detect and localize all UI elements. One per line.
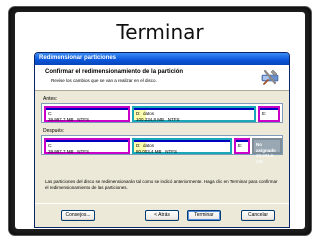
partition-letter: C: [48, 143, 53, 148]
partition-d-before[interactable]: D: datos 100.234,8 MB NTFS [132, 106, 256, 122]
partition-fs: NTFS [77, 148, 90, 154]
partition-fs: NTFS [77, 116, 90, 122]
unallocated-size: 20.231,5 MB [256, 153, 274, 164]
before-label: Antes: [43, 96, 58, 102]
header-title: Confirmar el redimensionamiento de la pa… [45, 69, 184, 75]
wrench-hammer-icon [261, 69, 279, 85]
partition-size: 100.234,8 MB [136, 116, 165, 122]
partition-fs: NTFS [165, 148, 178, 154]
partition-c-after[interactable]: C: 39.997,7 MB NTFS [44, 138, 130, 154]
partition-size: 80.003,4 MB [136, 148, 162, 154]
finish-button[interactable]: Terminar [187, 210, 221, 221]
description-text: Las particiones del disco se redimension… [45, 179, 278, 190]
partition-letter: D: [136, 143, 141, 148]
header-subtitle: Revise los cambios que se van a realizar… [51, 78, 157, 83]
resize-partitions-dialog: Redimensionar particiones Confirmar el r… [34, 52, 290, 228]
partition-name: datos [143, 111, 155, 116]
cancel-button[interactable]: Cancelar [241, 210, 275, 221]
tips-button[interactable]: Consejos... [61, 210, 95, 221]
unallocated-label: No asignado [256, 142, 276, 153]
partition-name: datos [143, 143, 155, 148]
slide-title: Terminar [116, 20, 204, 44]
partition-e-before[interactable]: E: [258, 106, 280, 122]
partition-letter: E: [262, 111, 267, 116]
partition-letter: D: [136, 111, 141, 116]
footer-divider [35, 203, 289, 204]
partition-c-before[interactable]: C: 39.997,7 MB NTFS [44, 106, 130, 122]
partition-e-after[interactable]: E: [234, 138, 250, 154]
partition-letter: C: [48, 111, 53, 116]
after-label: Después: [43, 128, 65, 134]
partition-fs: NTFS [167, 116, 180, 122]
partition-size: 39.997,7 MB [48, 116, 74, 122]
back-button[interactable]: < Atrás [145, 210, 179, 221]
disk-after: C: 39.997,7 MB NTFS D: datos 80.003,4 MB… [41, 135, 283, 164]
window-title[interactable]: Redimensionar particiones [35, 53, 289, 65]
partition-d-after[interactable]: D: datos 80.003,4 MB NTFS [132, 138, 232, 154]
disk-before: C: 39.997,7 MB NTFS D: datos 100.234,8 M… [41, 103, 283, 123]
dialog-header: Confirmar el redimensionamiento de la pa… [35, 65, 289, 91]
unallocated-space[interactable]: No asignado 20.231,5 MB [252, 138, 282, 164]
partition-letter: E: [238, 143, 243, 148]
partition-size: 39.997,7 MB [48, 148, 74, 154]
